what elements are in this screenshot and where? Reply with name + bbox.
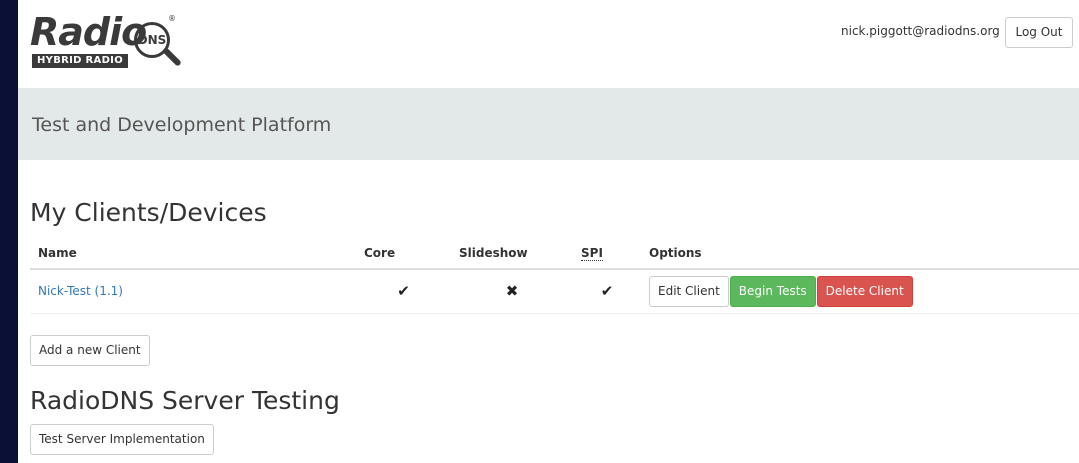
cross-icon: ✖ (505, 282, 519, 301)
spi-abbreviation: SPI (581, 245, 603, 261)
column-header-options: Options (641, 237, 1079, 270)
column-header-name: Name (30, 237, 356, 270)
client-name-cell: Nick-Test (1.1) (30, 269, 356, 314)
test-server-button[interactable]: Test Server Implementation (30, 424, 214, 455)
edit-client-button[interactable]: Edit Client (649, 275, 729, 307)
checkmark-icon: ✔ (397, 282, 410, 301)
checkmark-icon: ✔ (600, 282, 614, 301)
logo-magnifier-handle (162, 47, 182, 67)
table-row: Nick-Test (1.1) ✔ ✖ ✔ Edit Client Begin T… (30, 269, 1079, 314)
table-header-row: Name Core Slideshow SPI Options (30, 237, 1079, 270)
user-email: nick.piggott@radiodns.org (841, 24, 1000, 38)
logo-wordmark: Radio (30, 10, 147, 54)
begin-tests-button[interactable]: Begin Tests (729, 275, 816, 307)
column-header-spi: SPI (573, 237, 641, 270)
client-name-link[interactable]: Nick-Test (1.1) (38, 284, 123, 298)
logout-button[interactable]: Log Out (1005, 17, 1073, 48)
column-header-slideshow: Slideshow (451, 237, 573, 270)
banner: Test and Development Platform (18, 88, 1079, 160)
top-bar: Radio DNS ® HYBRID RADIO nick.piggott@ra… (18, 0, 1079, 88)
add-client-button[interactable]: Add a new Client (30, 335, 150, 366)
clients-section-title: My Clients/Devices (30, 198, 267, 227)
slideshow-cell: ✖ (451, 269, 573, 314)
delete-client-button[interactable]: Delete Client (816, 275, 913, 307)
page: Radio DNS ® HYBRID RADIO nick.piggott@ra… (18, 0, 1079, 463)
logo-registered-mark: ® (168, 14, 176, 23)
banner-title: Test and Development Platform (32, 114, 332, 136)
core-cell: ✔ (356, 269, 451, 314)
logo-subtitle: HYBRID RADIO (32, 54, 128, 68)
server-section-title: RadioDNS Server Testing (30, 386, 340, 415)
options-cell: Edit Client Begin Tests Delete Client (641, 269, 1079, 314)
radiodns-logo[interactable]: Radio DNS ® HYBRID RADIO (30, 12, 190, 74)
spi-cell: ✔ (573, 269, 641, 314)
clients-table: Name Core Slideshow SPI Options Nick-Tes… (30, 237, 1079, 314)
column-header-core: Core (356, 237, 451, 270)
